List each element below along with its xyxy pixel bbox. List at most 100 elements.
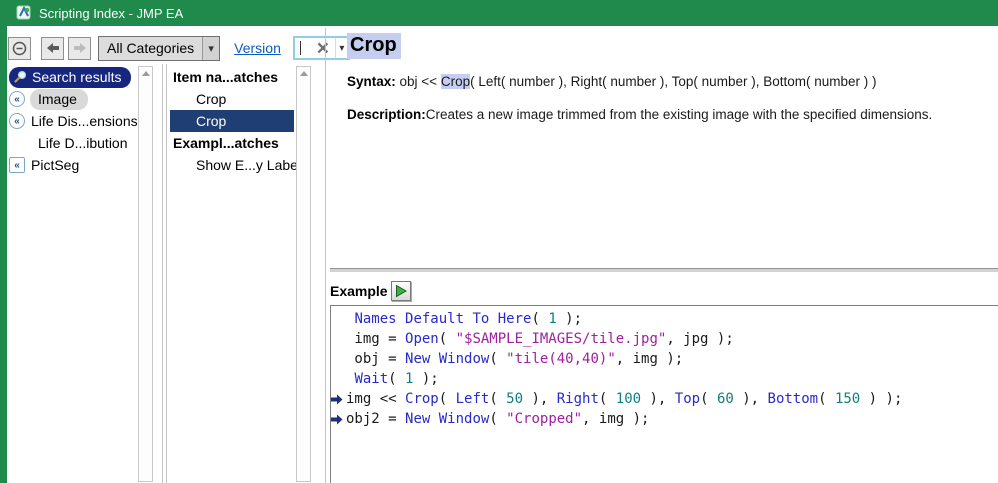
list-item-life-distributions[interactable]: « Life Dis...ensions bbox=[9, 110, 138, 132]
code-token: ( bbox=[700, 391, 717, 407]
code-token: ( bbox=[818, 391, 835, 407]
code-token: Wait bbox=[354, 371, 389, 387]
syntax-suffix: ( Left( number ), Right( number ), Top( … bbox=[470, 74, 877, 89]
item-name-matches-header: Item na...atches bbox=[173, 69, 279, 85]
list-item-label: Image bbox=[30, 88, 88, 110]
code-token: ( bbox=[531, 311, 549, 327]
forward-arrow-icon bbox=[73, 43, 86, 53]
code-line[interactable]: img = Open( "$SAMPLE_IMAGES/tile.jpg", j… bbox=[331, 329, 998, 349]
code-token: ( bbox=[438, 331, 456, 347]
code-line[interactable]: img << Crop( Left( 50 ), Right( 100 ), T… bbox=[331, 389, 998, 409]
list-item-search-results[interactable]: Search results bbox=[9, 66, 137, 88]
code-token: ( bbox=[489, 391, 507, 407]
code-token: 60 bbox=[716, 391, 734, 407]
example-header: Example bbox=[330, 281, 411, 301]
panel-splitter[interactable] bbox=[325, 28, 326, 483]
list-item-crop-selected[interactable]: Crop bbox=[170, 110, 294, 132]
code-token: Open bbox=[405, 331, 439, 347]
category-dropdown-value: All Categories bbox=[107, 39, 195, 56]
code-line[interactable]: Names Default To Here( 1 ); bbox=[331, 309, 998, 329]
search-box[interactable]: × ▾ bbox=[292, 36, 350, 60]
code-token: Crop bbox=[405, 391, 439, 407]
syntax-match-highlight: Crop bbox=[440, 74, 471, 89]
example-matches-header: Exampl...atches bbox=[173, 135, 279, 151]
list-item-label: Search results bbox=[32, 68, 122, 85]
run-example-button[interactable] bbox=[390, 281, 411, 301]
clear-search-icon[interactable]: × bbox=[311, 38, 335, 59]
code-token: ), bbox=[733, 391, 768, 407]
search-dropdown-chevron-icon[interactable]: ▾ bbox=[334, 38, 348, 58]
example-label: Example bbox=[330, 283, 388, 299]
window-border-strip bbox=[0, 26, 7, 483]
code-token: New Window bbox=[405, 411, 490, 427]
detail-title: Crop bbox=[347, 33, 401, 59]
code-token: Top bbox=[674, 391, 701, 407]
window-title: Scripting Index - JMP EA bbox=[39, 5, 184, 21]
collapse-chevron-icon[interactable]: « bbox=[9, 113, 25, 129]
code-token: img << bbox=[346, 391, 406, 407]
code-token: "Cropped" bbox=[506, 411, 583, 427]
list-item-label: PictSeg bbox=[31, 157, 80, 173]
code-token: 1 bbox=[405, 371, 414, 387]
code-token: New Window bbox=[405, 351, 490, 367]
code-token: Right bbox=[556, 391, 599, 407]
titlebar[interactable]: Scripting Index - JMP EA bbox=[0, 0, 998, 26]
code-token: Left bbox=[455, 391, 490, 407]
code-line[interactable]: obj = New Window( "tile(40,40)", img ); bbox=[331, 349, 998, 369]
description-text: Creates a new image trimmed from the exi… bbox=[425, 107, 933, 122]
code-token: ( bbox=[438, 391, 456, 407]
left-panel-scrollbar[interactable] bbox=[138, 66, 153, 482]
code-token: ( bbox=[598, 391, 616, 407]
code-token: 50 bbox=[506, 391, 524, 407]
list-item-show-empty-label[interactable]: Show E...y Label bbox=[170, 154, 301, 176]
scripting-index-window: Scripting Index - JMP EA All Categories … bbox=[0, 0, 998, 483]
code-token: ) ); bbox=[860, 391, 903, 407]
code-line[interactable]: Wait( 1 ); bbox=[331, 369, 998, 389]
list-item-crop[interactable]: Crop bbox=[170, 88, 294, 110]
code-line[interactable]: obj2 = New Window( "Cropped", img ); bbox=[331, 409, 998, 429]
code-token: Bottom bbox=[767, 391, 819, 407]
list-item-label: Life D...ibution bbox=[38, 135, 128, 151]
collapse-chevron-square-icon[interactable]: « bbox=[9, 157, 25, 173]
scroll-up-icon[interactable] bbox=[299, 71, 308, 76]
execution-marker-icon bbox=[331, 394, 343, 404]
item-match-list: Item na...atches Crop Crop Exampl...atch… bbox=[170, 66, 301, 176]
collapse-all-button[interactable] bbox=[8, 36, 31, 60]
code-token: ), bbox=[641, 391, 675, 407]
code-token: "tile(40,40)" bbox=[506, 351, 616, 367]
syntax-prefix: obj << bbox=[395, 74, 441, 89]
collapse-chevron-icon[interactable]: « bbox=[9, 91, 25, 107]
panel-splitter[interactable] bbox=[162, 64, 163, 483]
scroll-up-icon[interactable] bbox=[141, 71, 150, 76]
category-dropdown[interactable]: All Categories ▾ bbox=[98, 35, 221, 61]
list-item-life-distribution[interactable]: Life D...ibution bbox=[9, 132, 137, 154]
list-item-image[interactable]: « Image bbox=[9, 88, 137, 110]
execution-marker-icon bbox=[331, 414, 343, 424]
code-token: ); bbox=[556, 311, 583, 327]
forward-button[interactable] bbox=[68, 36, 91, 60]
app-icon bbox=[16, 5, 31, 20]
code-token: 150 bbox=[834, 391, 861, 407]
middle-panel-scrollbar[interactable] bbox=[296, 66, 311, 482]
back-arrow-icon bbox=[46, 43, 59, 53]
search-icon bbox=[14, 70, 27, 83]
code-token: ( bbox=[489, 351, 507, 367]
code-token: "$SAMPLE_IMAGES/tile.jpg" bbox=[455, 331, 667, 347]
toolbar: All Categories ▾ Version × ▾ bbox=[8, 35, 350, 61]
chevron-down-icon[interactable]: ▾ bbox=[202, 36, 220, 60]
code-token: , img ); bbox=[582, 411, 650, 427]
back-button[interactable] bbox=[41, 36, 64, 60]
code-token: ( bbox=[388, 371, 406, 387]
version-link[interactable]: Version bbox=[234, 40, 281, 56]
code-token: obj = bbox=[346, 351, 406, 367]
list-item-pictseg[interactable]: « PictSeg bbox=[9, 154, 137, 176]
run-play-icon bbox=[395, 284, 407, 298]
search-input[interactable] bbox=[295, 38, 311, 58]
code-token: 100 bbox=[615, 391, 642, 407]
panel-splitter[interactable] bbox=[166, 64, 167, 483]
description-label: Description: bbox=[347, 107, 426, 122]
code-editor[interactable]: Names Default To Here( 1 ); img = Open( … bbox=[330, 305, 998, 483]
code-token: 1 bbox=[548, 311, 557, 327]
